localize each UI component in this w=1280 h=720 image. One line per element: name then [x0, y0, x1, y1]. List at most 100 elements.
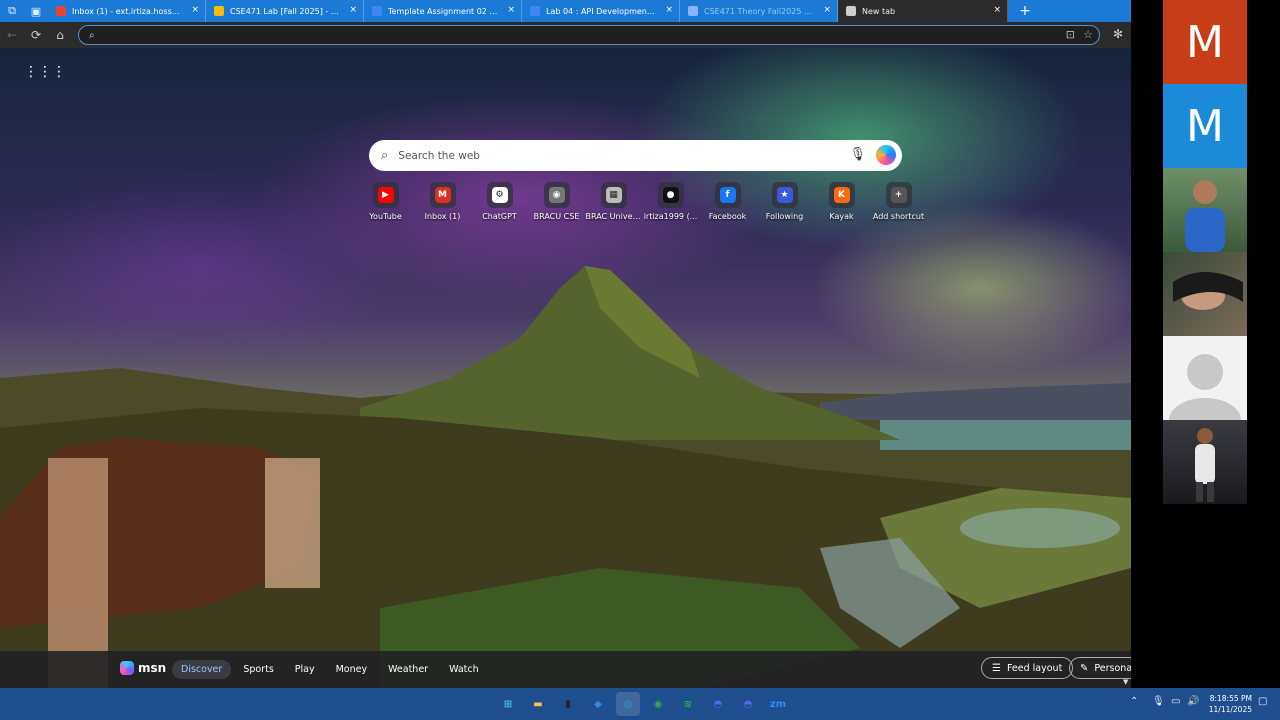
refresh-icon[interactable]: ⟳: [24, 22, 48, 48]
tab-4[interactable]: Lab 04 : API Development and Pc ×: [522, 0, 680, 22]
start-icon[interactable]: ⊞: [496, 692, 520, 716]
waterfall-right: [265, 458, 320, 588]
tab-6[interactable]: New tab ×: [838, 0, 1008, 22]
add-icon: +: [890, 187, 907, 203]
shortcut-tile: f: [714, 182, 741, 208]
shortcut-brac-university[interactable]: ▦ BRAC Univer...: [585, 182, 642, 221]
tab-1[interactable]: Inbox (1) - ext.irtiza.hossain@bra ×: [48, 0, 206, 22]
shortcut-following[interactable]: ★ Following: [756, 182, 813, 221]
shortcut-github[interactable]: ● irtiza1999 (...: [642, 182, 699, 221]
immersive-reader-icon[interactable]: ⊡: [1066, 28, 1075, 41]
network-icon[interactable]: ▭: [1171, 696, 1180, 707]
shortcut-kayak[interactable]: K Kayak: [813, 182, 870, 221]
microphone-icon[interactable]: 🎙: [1152, 696, 1165, 707]
github-icon: ●: [662, 187, 679, 203]
participant-video-1[interactable]: [1163, 168, 1247, 252]
taskbar-glyph: zm: [769, 698, 787, 710]
tab-5[interactable]: CSE471 Theory Fall2025 11Nov ×: [680, 0, 838, 22]
close-icon[interactable]: ×: [349, 5, 357, 15]
personalize-button[interactable]: ✎ Personalize: [1069, 657, 1131, 679]
address-input[interactable]: [102, 29, 1003, 41]
person-thumbnail: [1185, 180, 1225, 252]
feed-tab-discover[interactable]: Discover: [172, 660, 232, 679]
workspaces-icon[interactable]: ⧉: [0, 0, 24, 22]
newtab-icon: [846, 6, 856, 16]
participant-video-2[interactable]: [1163, 252, 1247, 336]
participant-tile-1[interactable]: M: [1163, 0, 1247, 84]
participant-avatar[interactable]: [1163, 336, 1247, 420]
close-icon[interactable]: ×: [993, 5, 1001, 15]
web-search-box[interactable]: ⌕ 🎙: [369, 140, 902, 171]
tab-actions-icon[interactable]: ▣: [24, 0, 48, 22]
shortcut-bracu-cse[interactable]: ◉ BRACU CSE: [528, 182, 585, 221]
default-avatar-icon: [1169, 354, 1241, 420]
personalize-icon: ✎: [1080, 662, 1089, 674]
system-clock[interactable]: 8:18:55 PM 11/11/2025: [1204, 693, 1252, 715]
close-icon[interactable]: ×: [665, 5, 673, 15]
feed-tab-weather[interactable]: Weather: [379, 660, 437, 679]
river-pool: [960, 508, 1120, 548]
favorite-star-icon[interactable]: ☆: [1083, 28, 1093, 41]
microphone-icon[interactable]: 🎙: [849, 147, 866, 162]
msn-brand: msn: [138, 661, 167, 675]
address-bar[interactable]: ⌕ ⊡ ☆: [78, 25, 1100, 45]
discord-icon[interactable]: ◓: [706, 692, 730, 716]
vscode-icon[interactable]: ◆: [586, 692, 610, 716]
shortcut-label: Kayak: [829, 212, 854, 221]
tab-title: Template Assignment 02 API Pc: [388, 6, 499, 16]
personalize-label: Personalize: [1094, 662, 1131, 674]
new-tab-page: ⋮⋮⋮ ⌕ 🎙 ▶ YouTube M Inbox (1) ⚙ ChatGPT ◉ BRACU…: [0, 48, 1131, 688]
close-icon[interactable]: ×: [191, 5, 199, 15]
gmail-icon: M: [434, 187, 451, 203]
shortcut-label: Add shortcut: [872, 212, 925, 221]
close-icon[interactable]: ×: [823, 5, 831, 15]
feed-layout-button[interactable]: ☰ Feed layout: [981, 657, 1074, 679]
shortcut-chatgpt[interactable]: ⚙ ChatGPT: [471, 182, 528, 221]
close-icon[interactable]: ×: [507, 5, 515, 15]
web-search-input[interactable]: [398, 149, 819, 162]
msn-logo[interactable]: msn: [120, 661, 166, 675]
windows-taskbar: ⊞ ▬ ▮ ◆ ◎ ◉ ≋ ◓ ◓ zm ⌃ 🎙 ▭ 🔊 8:18:55 PM 11/11/202…: [0, 688, 1280, 720]
feed-tab-play[interactable]: Play: [286, 660, 324, 679]
app-launcher-icon[interactable]: ⋮⋮⋮: [24, 64, 66, 80]
search-icon: ⌕: [381, 148, 389, 163]
home-icon[interactable]: ⌂: [48, 22, 72, 48]
shortcut-youtube[interactable]: ▶ YouTube: [357, 182, 414, 221]
back-icon[interactable]: ←: [0, 22, 24, 48]
tab-title: Lab 04 : API Development and Pc: [546, 6, 657, 16]
zoom-icon[interactable]: zm: [766, 692, 790, 716]
extensions-icon[interactable]: ✻: [1113, 27, 1123, 41]
new-tab-button[interactable]: +: [1014, 0, 1036, 22]
meeting-participants-panel: M M: [1131, 0, 1280, 688]
clock-date: 11/11/2025: [1208, 705, 1252, 714]
chrome-icon[interactable]: ◉: [646, 692, 670, 716]
screen: ⧉ ▣ Inbox (1) - ext.irtiza.hossain@bra×C…: [0, 0, 1280, 720]
tab-title: Inbox (1) - ext.irtiza.hossain@bra: [72, 6, 183, 16]
taskbar-glyph: ◓: [713, 698, 723, 710]
taskbar-glyph: ≋: [683, 698, 693, 710]
clock-time: 8:18:55 PM: [1209, 694, 1252, 703]
notification-icon[interactable]: ▢: [1258, 696, 1267, 707]
msn-logo-icon: [120, 661, 134, 675]
shortcut-gmail[interactable]: M Inbox (1): [414, 182, 471, 221]
tab-3[interactable]: Template Assignment 02 API Pc ×: [364, 0, 522, 22]
copilot-icon[interactable]: [876, 145, 896, 165]
shortcut-add[interactable]: + Add shortcut: [870, 182, 927, 221]
file-explorer-icon[interactable]: ▬: [526, 692, 550, 716]
shortcut-label: BRACU CSE: [533, 212, 580, 221]
scroll-down-icon[interactable]: ▼: [1123, 678, 1131, 686]
feed-tab-money[interactable]: Money: [327, 660, 377, 679]
tab-2[interactable]: CSE471 Lab [Fall 2025] - Google ×: [206, 0, 364, 22]
volume-icon[interactable]: 🔊: [1187, 696, 1199, 707]
chevron-up-icon[interactable]: ⌃: [1130, 696, 1138, 707]
person-thumbnail: [1195, 428, 1215, 502]
edge-icon[interactable]: ◎: [616, 692, 640, 716]
feed-tab-sports[interactable]: Sports: [234, 660, 282, 679]
discord-icon-2[interactable]: ◓: [736, 692, 760, 716]
terminal-icon[interactable]: ▮: [556, 692, 580, 716]
participant-video-3[interactable]: [1163, 420, 1247, 504]
shortcut-facebook[interactable]: f Facebook: [699, 182, 756, 221]
participant-tile-2[interactable]: M: [1163, 84, 1247, 168]
feed-tab-watch[interactable]: Watch: [440, 660, 488, 679]
spotify-icon[interactable]: ≋: [676, 692, 700, 716]
